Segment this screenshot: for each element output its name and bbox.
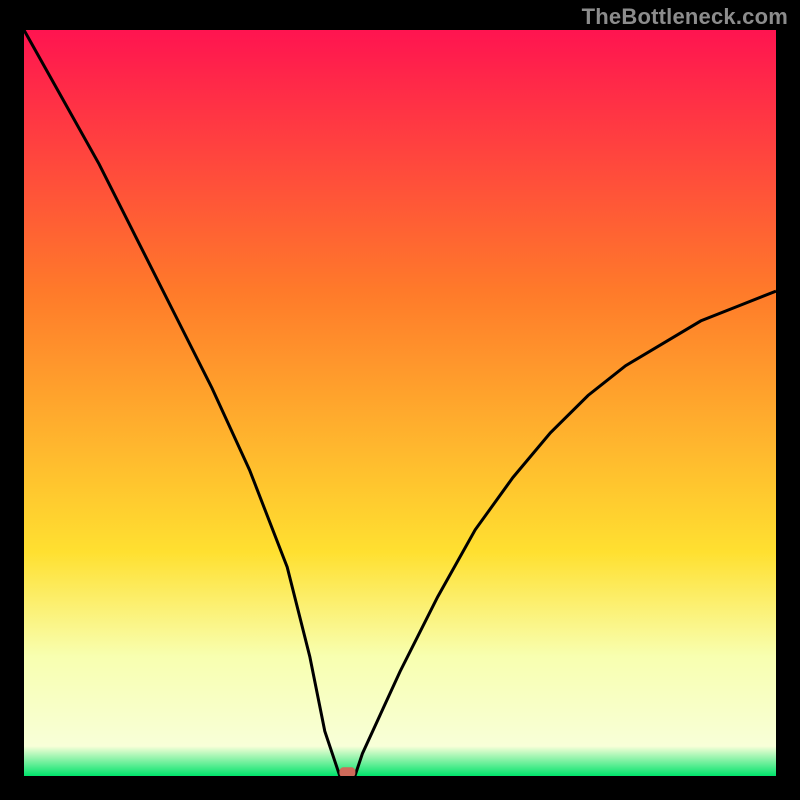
watermark-text: TheBottleneck.com [582,4,788,30]
optimal-point-marker [339,767,355,776]
bottleneck-chart [24,30,776,776]
chart-frame: TheBottleneck.com [0,0,800,800]
plot-area [24,30,776,776]
gradient-background [24,30,776,776]
